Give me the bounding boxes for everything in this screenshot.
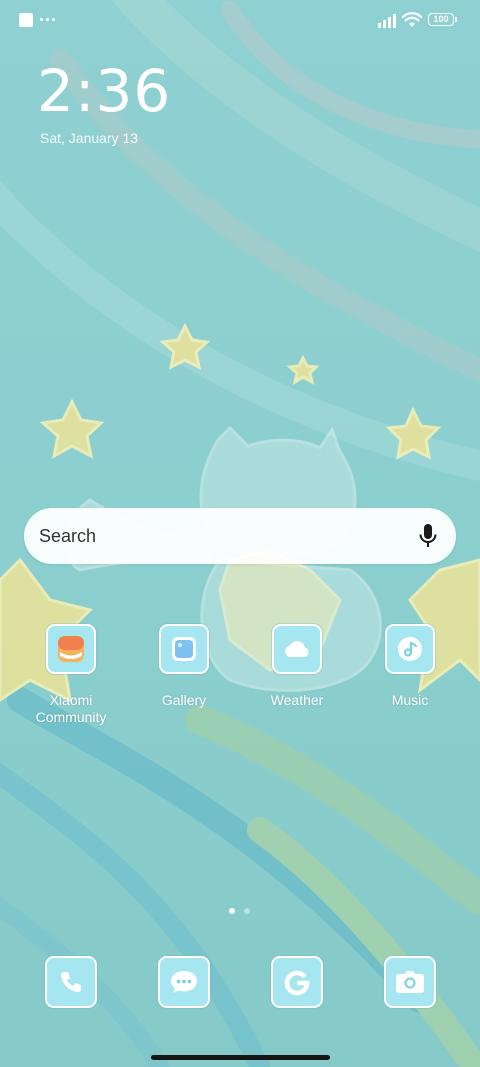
app-xiaomi-community[interactable]: Xiaomi Community [19, 624, 123, 726]
gallery-icon [159, 624, 209, 674]
dock-phone[interactable] [45, 956, 97, 1008]
page-dot [244, 908, 250, 914]
app-weather[interactable]: Weather [245, 624, 349, 709]
messages-icon [158, 956, 210, 1008]
camera-icon [384, 956, 436, 1008]
status-bar: 100 [0, 0, 480, 42]
app-label: Music [391, 692, 429, 708]
clock-date: Sat, January 13 [40, 130, 139, 146]
gesture-nav-handle[interactable] [151, 1055, 330, 1060]
dock-messages[interactable] [158, 956, 210, 1008]
music-icon [385, 624, 435, 674]
google-icon [271, 956, 323, 1008]
xiaomi-community-icon [46, 624, 96, 674]
mic-icon[interactable] [417, 523, 439, 549]
dock-camera[interactable] [384, 956, 436, 1008]
page-dot-active [229, 908, 235, 914]
search-bar[interactable]: Search [24, 508, 456, 564]
wifi-icon [402, 12, 422, 27]
search-placeholder: Search [39, 526, 97, 546]
weather-icon [272, 624, 322, 674]
app-label: Gallery [161, 692, 207, 708]
page-indicator [229, 908, 250, 914]
more-dots-icon [40, 18, 55, 21]
app-gallery[interactable]: Gallery [132, 624, 236, 709]
signal-icon [378, 14, 396, 28]
battery-icon: 100 [428, 13, 458, 28]
notification-square-icon [19, 13, 33, 27]
dock-google[interactable] [271, 956, 323, 1008]
clock-time: 2:36 [37, 57, 172, 125]
phone-icon [45, 956, 97, 1008]
battery-level: 100 [433, 14, 449, 24]
app-label: Xiaomi Community [35, 692, 107, 725]
app-music[interactable]: Music [358, 624, 462, 709]
app-label: Weather [270, 692, 324, 708]
